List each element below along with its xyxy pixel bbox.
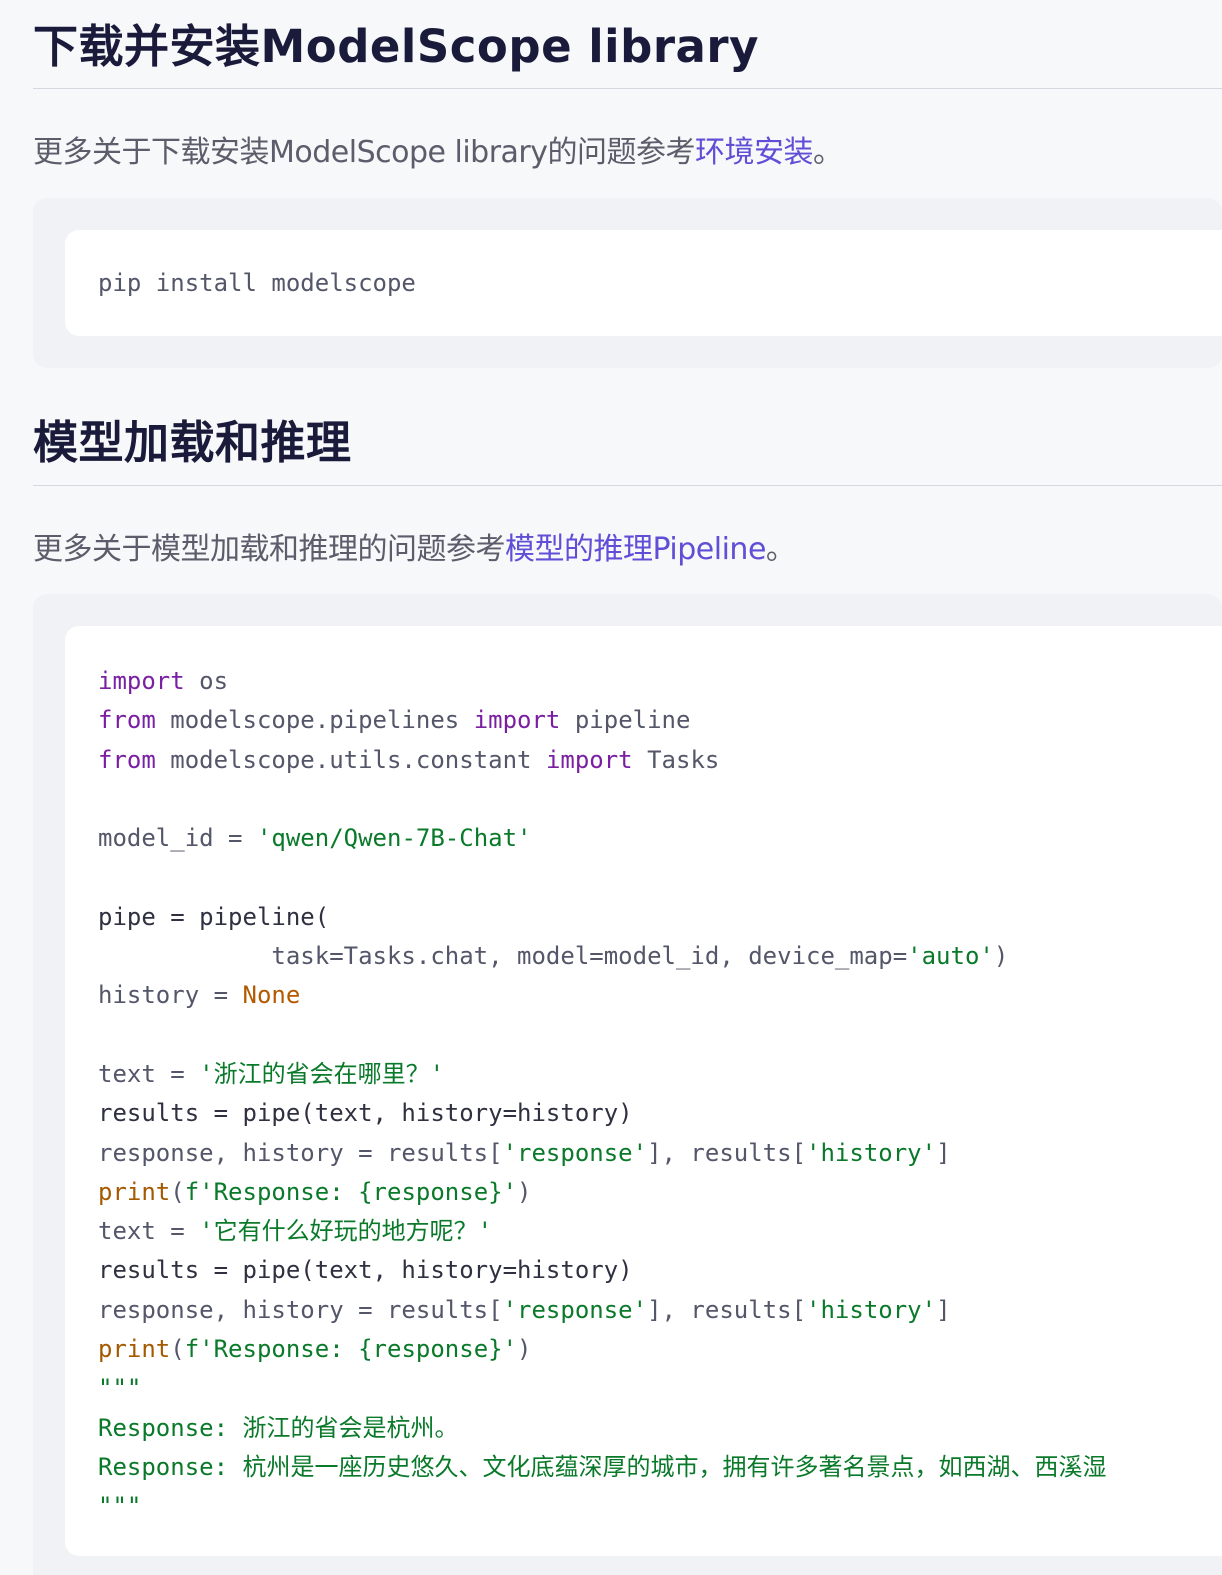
code-block-body[interactable]: pip install modelscope [65,230,1222,336]
section-title-inference: 模型加载和推理 [33,416,352,469]
description-punctuation: 。 [813,135,843,170]
description-punctuation: 。 [765,532,796,567]
install-description: 更多关于下载安装ModelScope library的问题参考环境安装。 [33,127,843,171]
code-block-body[interactable]: import os from modelscope.pipelines impo… [65,626,1222,1556]
section-title-install: 下载并安装ModelScope library [33,20,759,73]
code-install[interactable]: pip install modelscope [98,268,416,298]
code-block-install: pip install modelscope [33,198,1222,368]
code-block-inference: import os from modelscope.pipelines impo… [33,594,1222,1575]
description-text: 更多关于模型加载和推理的问题参考 [33,532,506,567]
description-text: 更多关于下载安装ModelScope library的问题参考 [33,135,696,170]
divider [33,88,1222,89]
code-inference[interactable]: import os from modelscope.pipelines impo… [98,662,1107,1527]
env-install-link[interactable]: 环境安装 [695,135,814,170]
pipeline-inference-link[interactable]: 模型的推理Pipeline [505,532,766,567]
inference-description: 更多关于模型加载和推理的问题参考模型的推理Pipeline。 [33,524,796,568]
divider [33,485,1222,486]
